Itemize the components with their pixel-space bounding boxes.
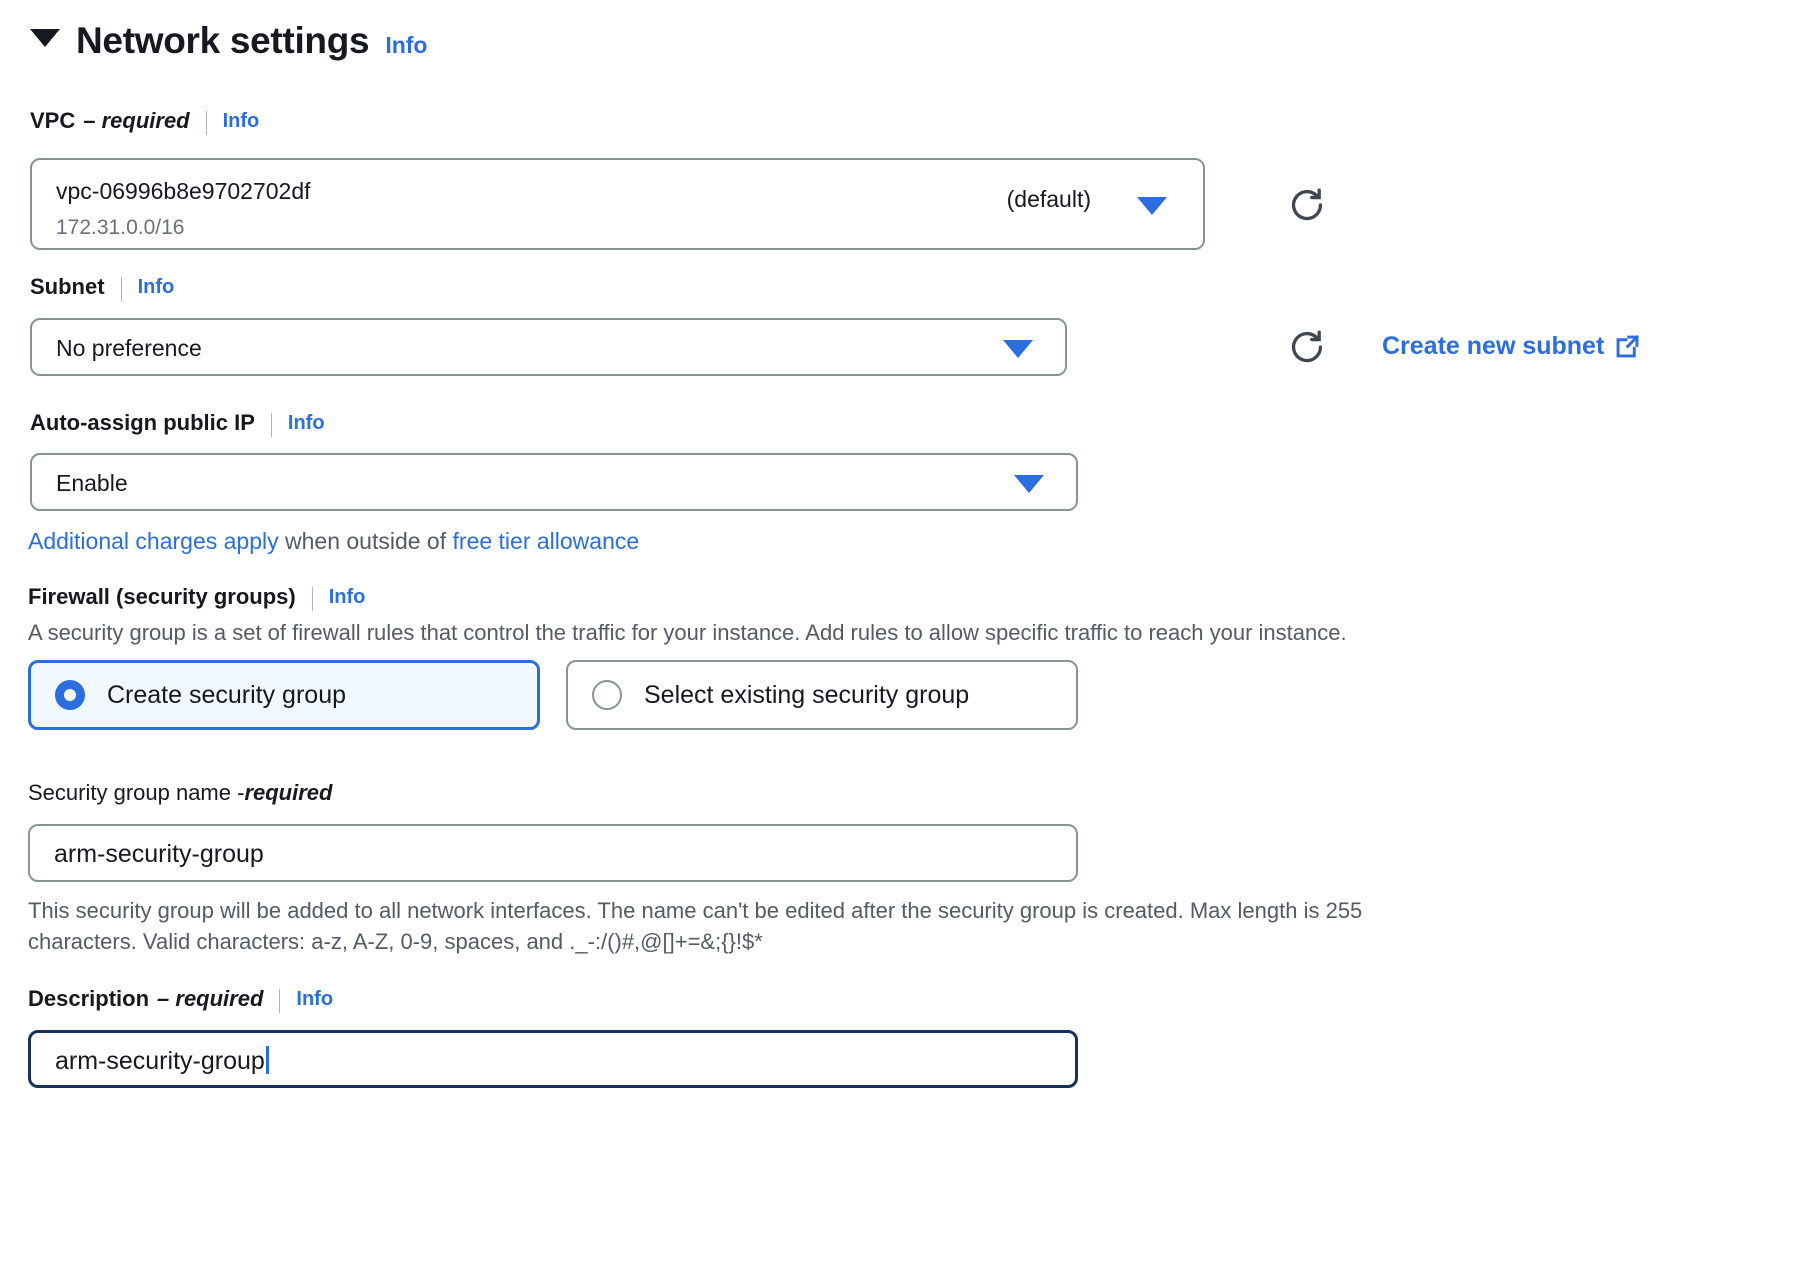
auto-assign-select-value: Enable [56, 470, 128, 497]
radio-tile-select-existing-security-group[interactable]: Select existing security group [566, 660, 1078, 730]
firewall-label-text: Firewall (security groups) [28, 584, 296, 610]
vpc-required-text: – required [83, 108, 189, 134]
label-divider [279, 989, 280, 1013]
vpc-select-cidr: 172.31.0.0/16 [56, 216, 184, 240]
chevron-down-icon[interactable] [1003, 340, 1033, 358]
label-divider [121, 277, 122, 301]
chevron-down-icon[interactable] [1137, 197, 1167, 215]
description-value-wrap: arm-security-group [55, 1046, 269, 1076]
radio-tile-create-security-group[interactable]: Create security group [28, 660, 540, 730]
network-settings-panel: Network settings Info VPC – required Inf… [0, 0, 1816, 1280]
security-group-name-label: Security group name - required [28, 780, 332, 806]
security-group-name-helper-line-2: characters. Valid characters: a-z, A-Z, … [28, 927, 1788, 957]
subnet-refresh-icon[interactable] [1288, 328, 1326, 366]
security-group-name-helper-line-1: This security group will be added to all… [28, 896, 1788, 926]
chevron-down-icon[interactable] [1014, 475, 1044, 493]
auto-assign-info-link[interactable]: Info [288, 412, 325, 435]
vpc-info-link[interactable]: Info [223, 110, 260, 133]
description-required-text: – required [157, 986, 263, 1012]
description-value: arm-security-group [55, 1047, 265, 1075]
vpc-label: VPC – required Info [30, 108, 259, 134]
subnet-info-link[interactable]: Info [138, 276, 175, 299]
text-cursor [266, 1046, 269, 1074]
label-divider [271, 413, 272, 437]
vpc-default-tag: (default) [1007, 186, 1091, 213]
description-label: Description – required Info [28, 986, 333, 1012]
subnet-select[interactable]: No preference [30, 318, 1067, 376]
free-tier-allowance-link[interactable]: free tier allowance [453, 528, 640, 554]
section-header: Network settings Info [30, 22, 427, 59]
firewall-label: Firewall (security groups) Info [28, 584, 365, 610]
auto-assign-public-ip-select[interactable]: Enable [30, 453, 1078, 511]
auto-assign-label-text: Auto-assign public IP [30, 410, 255, 436]
additional-charges-note: Additional charges apply when outside of… [28, 528, 639, 555]
security-group-name-value: arm-security-group [54, 840, 264, 869]
description-info-link[interactable]: Info [296, 988, 333, 1011]
charges-middle-text: when outside of [279, 528, 453, 554]
label-divider [206, 111, 207, 135]
radio-icon-selected[interactable] [55, 680, 85, 710]
subnet-label-text: Subnet [30, 274, 105, 300]
security-group-name-input[interactable]: arm-security-group [28, 824, 1078, 882]
additional-charges-link[interactable]: Additional charges apply [28, 528, 279, 554]
firewall-info-link[interactable]: Info [329, 586, 366, 609]
vpc-label-text: VPC [30, 108, 75, 134]
create-new-subnet-link[interactable]: Create new subnet [1382, 332, 1641, 361]
page-title: Network settings [76, 22, 369, 59]
security-group-name-label-text: Security group name - [28, 780, 244, 806]
create-new-subnet-label: Create new subnet [1382, 332, 1604, 361]
vpc-select-value: vpc-06996b8e9702702df [56, 178, 311, 205]
section-info-link[interactable]: Info [385, 32, 427, 59]
description-input[interactable]: arm-security-group [28, 1030, 1078, 1088]
vpc-select[interactable]: vpc-06996b8e9702702df 172.31.0.0/16 (def… [30, 158, 1205, 250]
firewall-description: A security group is a set of firewall ru… [28, 618, 1788, 648]
subnet-label: Subnet Info [30, 274, 174, 300]
auto-assign-public-ip-label: Auto-assign public IP Info [30, 410, 325, 436]
radio-label-create-security-group: Create security group [107, 681, 346, 710]
security-group-name-required-text: required [244, 780, 332, 806]
radio-label-select-existing-security-group: Select existing security group [644, 681, 969, 710]
external-link-icon [1614, 333, 1641, 360]
description-label-text: Description [28, 986, 149, 1012]
caret-down-icon[interactable] [30, 29, 60, 47]
subnet-select-value: No preference [56, 335, 202, 362]
radio-icon-unselected[interactable] [592, 680, 622, 710]
label-divider [312, 587, 313, 611]
vpc-refresh-icon[interactable] [1288, 186, 1326, 224]
